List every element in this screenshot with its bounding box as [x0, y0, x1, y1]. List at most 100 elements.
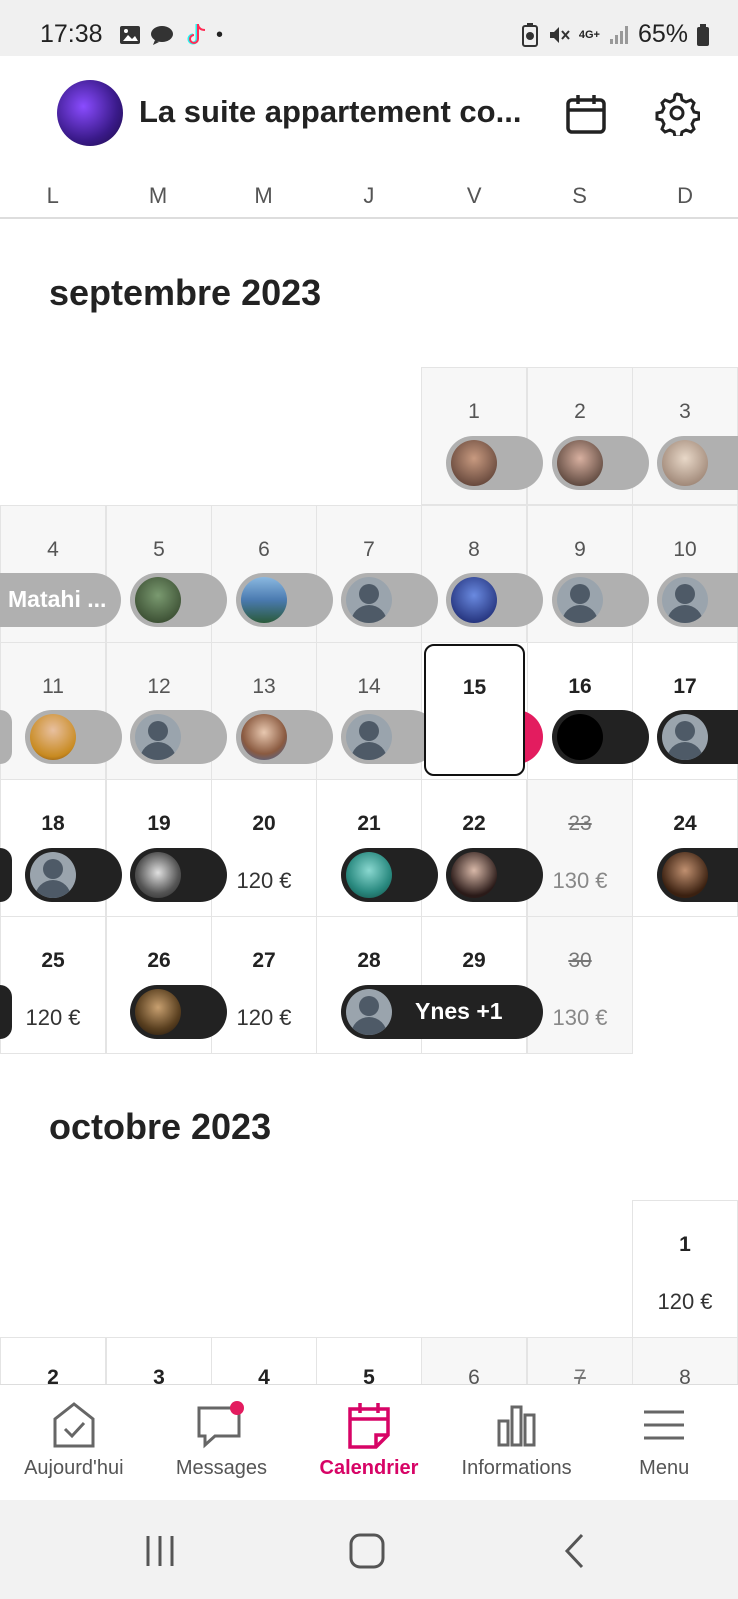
- nav-insights[interactable]: Informations: [443, 1385, 591, 1500]
- calendar-icon[interactable]: [564, 92, 608, 136]
- day-cell[interactable]: 27 120 €: [211, 916, 317, 1054]
- blocked-day-cell[interactable]: 30 130 €: [527, 916, 633, 1054]
- system-navigation-bar: [0, 1500, 738, 1599]
- day-number: 13: [252, 675, 276, 698]
- weekday-tue: M: [148, 183, 168, 208]
- day-cell[interactable]: 20 120 €: [211, 779, 317, 917]
- network-type: 4G+: [578, 28, 600, 41]
- listing-title[interactable]: La suite appartement co...: [139, 94, 521, 130]
- day-number: 19: [147, 812, 171, 835]
- reservation-pill[interactable]: [25, 710, 122, 764]
- day-number: 29: [462, 949, 486, 972]
- settings-gear-icon[interactable]: [654, 90, 700, 136]
- guest-name: Ynes +1: [415, 998, 503, 1024]
- reservation-pill[interactable]: [0, 848, 12, 902]
- notification-icons: •: [118, 22, 223, 48]
- guest-avatar: [30, 852, 76, 898]
- month-title: septembre 2023: [49, 272, 322, 313]
- battery-saver-icon: [521, 22, 538, 47]
- blocked-day-cell[interactable]: 23 130 €: [527, 779, 633, 917]
- day-number: 30: [568, 949, 592, 972]
- home-icon[interactable]: [348, 1532, 386, 1570]
- reservation-pill[interactable]: [236, 710, 333, 764]
- day-number: 12: [147, 675, 171, 698]
- reservation-pill[interactable]: [130, 848, 227, 902]
- weekday-thu: J: [363, 183, 375, 208]
- calendar-icon: [348, 1403, 390, 1449]
- weekday-wed: M: [254, 183, 273, 208]
- guest-avatar: [346, 989, 392, 1035]
- day-number: 28: [357, 949, 381, 972]
- day-number: 7: [363, 538, 375, 561]
- guest-avatar: [662, 714, 708, 760]
- guest-avatar: [662, 577, 708, 623]
- reservation-pill[interactable]: [25, 848, 122, 902]
- guest-name: Matahi ...: [8, 586, 107, 612]
- reservation-pill[interactable]: [657, 573, 738, 627]
- night-price: 120 €: [236, 868, 292, 893]
- reservation-pill[interactable]: [446, 573, 543, 627]
- reservation-pill[interactable]: [657, 436, 738, 490]
- reservation-pill[interactable]: [552, 436, 649, 490]
- listing-avatar[interactable]: [57, 80, 123, 146]
- reservation-pill[interactable]: [446, 436, 543, 490]
- reservation-pill[interactable]: [657, 710, 738, 764]
- back-icon[interactable]: [562, 1532, 586, 1570]
- day-cell[interactable]: 1 120 €: [632, 1200, 738, 1338]
- chat-bubble-icon: [151, 26, 173, 45]
- guest-avatar: [662, 440, 708, 486]
- guest-avatar: [557, 577, 603, 623]
- day-number: 5: [153, 538, 165, 561]
- night-price: 120 €: [25, 1005, 81, 1030]
- reservation-pill[interactable]: [446, 848, 543, 902]
- battery-level: 65%: [637, 20, 688, 48]
- reservation-pill[interactable]: [552, 710, 649, 764]
- day-cell[interactable]: 25 120 €: [0, 916, 106, 1054]
- day-number: 4: [47, 538, 59, 561]
- month-title: octobre 2023: [49, 1106, 272, 1147]
- reservation-pill[interactable]: [341, 848, 438, 902]
- day-number: 25: [41, 949, 65, 972]
- nav-menu[interactable]: Menu: [590, 1385, 738, 1500]
- reservation-pill[interactable]: [130, 573, 227, 627]
- day-number: 3: [679, 400, 691, 423]
- day-number: 1: [468, 400, 480, 423]
- reservation-pill[interactable]: Ynes +1: [341, 985, 543, 1039]
- reservation-pill[interactable]: [657, 848, 738, 902]
- reservation-pill[interactable]: [341, 573, 438, 627]
- status-time: 17:38: [40, 20, 103, 48]
- recent-apps-icon[interactable]: [142, 1534, 178, 1568]
- nav-messages[interactable]: Messages: [148, 1385, 296, 1500]
- today-cell[interactable]: 15: [424, 644, 525, 776]
- reservation-pill[interactable]: [552, 573, 649, 627]
- nav-label: Menu: [639, 1457, 690, 1479]
- weekday-sat: S: [572, 183, 587, 208]
- night-price: 120 €: [236, 1005, 292, 1030]
- reservation-pill[interactable]: [130, 985, 227, 1039]
- signal-icon: [609, 25, 628, 44]
- day-number: 8: [468, 538, 480, 561]
- reservation-pill[interactable]: [130, 710, 227, 764]
- nav-today[interactable]: Aujourd'hui: [0, 1385, 148, 1500]
- status-bar: 17:38 • 4G+ 65%: [0, 0, 738, 56]
- guest-avatar: [557, 714, 603, 760]
- reservation-pill[interactable]: Matahi ...: [0, 573, 121, 627]
- night-price: 130 €: [552, 868, 608, 893]
- day-number: 16: [568, 675, 592, 698]
- bar-chart-icon: [497, 1405, 536, 1447]
- day-number: 6: [258, 538, 270, 561]
- reservation-pill[interactable]: [236, 573, 333, 627]
- night-price: 130 €: [552, 1005, 608, 1030]
- day-number: 15: [462, 676, 487, 699]
- guest-avatar: [30, 714, 76, 760]
- day-number: 26: [147, 949, 171, 972]
- reservation-pill[interactable]: [0, 710, 12, 764]
- day-number: 2: [574, 400, 586, 423]
- nav-calendar[interactable]: Calendrier: [295, 1385, 443, 1500]
- weekday-sun: D: [677, 183, 693, 208]
- reservation-pill[interactable]: [0, 985, 12, 1039]
- guest-avatar: [346, 714, 392, 760]
- guest-avatar: [346, 577, 392, 623]
- guest-avatar: [557, 440, 603, 486]
- day-number: 27: [252, 949, 276, 972]
